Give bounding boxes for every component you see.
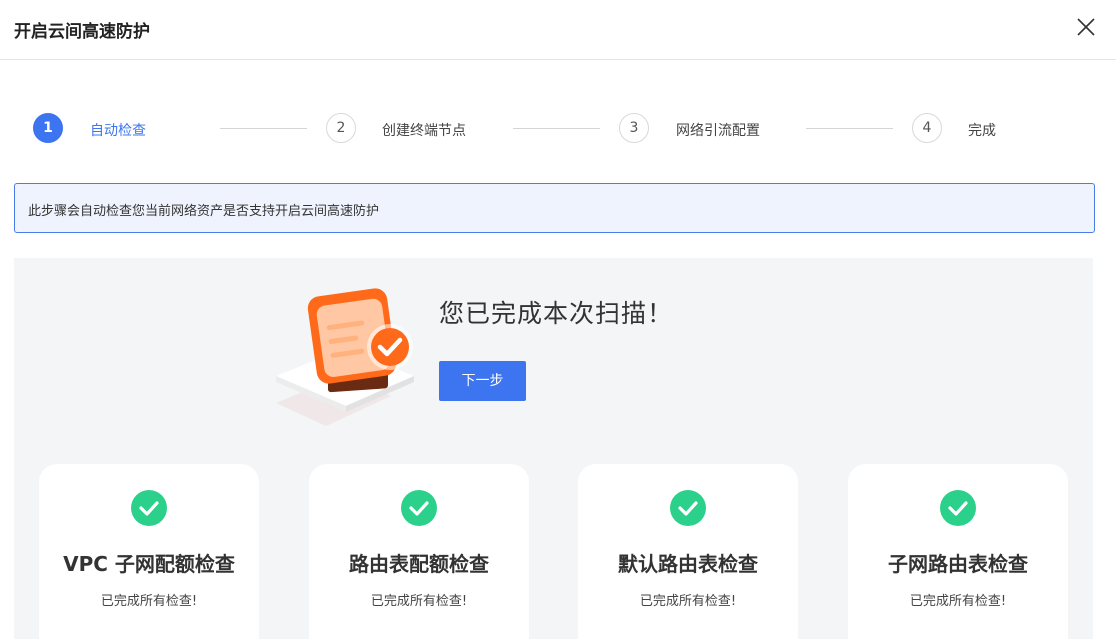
step-4-label: 完成 xyxy=(968,123,996,139)
step-1-number: 1 xyxy=(33,113,63,143)
close-icon[interactable] xyxy=(1075,16,1097,38)
next-step-button[interactable]: 下一步 xyxy=(439,361,526,401)
check-card-route-table-quota: 路由表配额检查 已完成所有检查! xyxy=(309,464,529,639)
scan-complete-title: 您已完成本次扫描！ xyxy=(439,299,674,328)
step-2-number: 2 xyxy=(326,113,356,143)
check-card-status: 已完成所有检查! xyxy=(100,594,198,609)
step-1-label: 自动检查 xyxy=(90,123,146,139)
check-card-default-route-table: 默认路由表检查 已完成所有检查! xyxy=(578,464,798,639)
dialog-title: 开启云间高速防护 xyxy=(14,22,150,42)
step-3-label: 网络引流配置 xyxy=(676,123,760,139)
scan-complete-illustration xyxy=(276,288,428,438)
dialog: 开启云间高速防护 1 自动检查 2 创建终端节点 3 网络引流配置 4 完成 此… xyxy=(0,0,1116,639)
check-circle-icon xyxy=(131,490,167,526)
info-text: 此步骤会自动检查您当前网络资产是否支持开启云间高速防护 xyxy=(28,204,380,219)
step-3-number: 3 xyxy=(619,113,649,143)
check-card-title: 路由表配额检查 xyxy=(349,552,489,576)
check-circle-icon xyxy=(401,490,437,526)
check-card-status: 已完成所有检查! xyxy=(909,594,1007,609)
check-card-title: VPC 子网配额检查 xyxy=(63,552,235,576)
check-card-status: 已完成所有检查! xyxy=(370,594,468,609)
check-circle-icon xyxy=(940,490,976,526)
step-connector xyxy=(806,128,893,129)
step-connector xyxy=(513,128,600,129)
step-4-number: 4 xyxy=(912,113,942,143)
check-card-subnet-route-table: 子网路由表检查 已完成所有检查! xyxy=(848,464,1068,639)
step-connector xyxy=(220,128,307,129)
scan-result-panel: 您已完成本次扫描！ 下一步 VPC 子网配额检查 已完成所有检查! 路由表配额检… xyxy=(14,258,1093,639)
check-card-title: 子网路由表检查 xyxy=(888,552,1028,576)
check-card-vpc-subnet-quota: VPC 子网配额检查 已完成所有检查! xyxy=(39,464,259,639)
steps-bar: 1 自动检查 2 创建终端节点 3 网络引流配置 4 完成 xyxy=(0,113,1116,149)
check-card-status: 已完成所有检查! xyxy=(639,594,737,609)
step-2-label: 创建终端节点 xyxy=(382,123,466,139)
check-circle-icon xyxy=(670,490,706,526)
check-card-title: 默认路由表检查 xyxy=(618,552,758,576)
info-alert: 此步骤会自动检查您当前网络资产是否支持开启云间高速防护 xyxy=(14,183,1095,233)
dialog-header: 开启云间高速防护 xyxy=(0,0,1116,60)
